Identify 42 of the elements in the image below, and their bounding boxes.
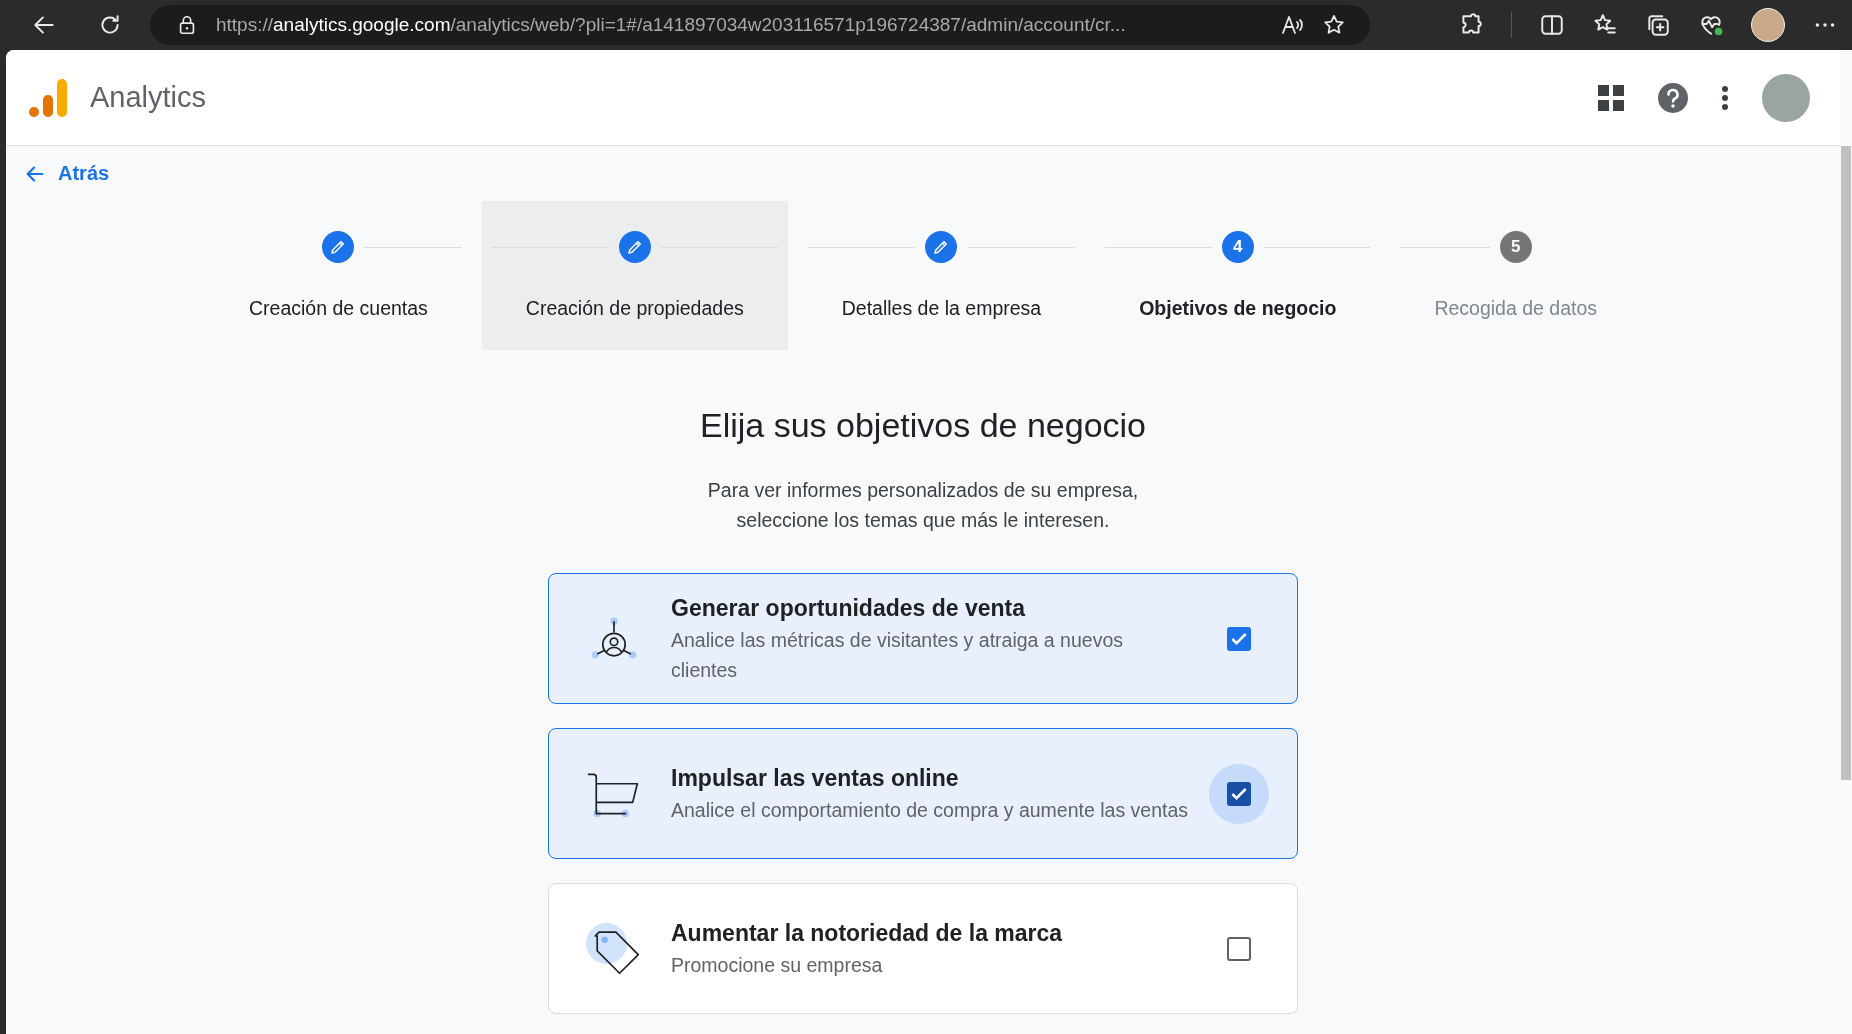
step-item[interactable]: 5 Recogida de datos	[1390, 201, 1641, 350]
step-label[interactable]: Objetivos de negocio	[1095, 297, 1381, 320]
goal-title: Generar oportunidades de venta	[671, 593, 1027, 623]
more-vert-icon[interactable]	[1722, 85, 1728, 110]
checkbox[interactable]	[1227, 626, 1251, 651]
read-aloud-icon[interactable]	[1280, 13, 1304, 37]
step-item[interactable]: Creación de cuentas	[204, 201, 472, 350]
url-text: https://analytics.google.com/analytics/web/?pli=1#/a141897034w203116571p196724387/admin/account/cr...	[216, 14, 1127, 36]
goal-description: Analice las métricas de visitantes y atraiga a nuevos clientes	[671, 627, 1124, 683]
split-screen-icon[interactable]	[1539, 12, 1565, 38]
goal-card[interactable]: Impulsar las ventas online Analice el comportamiento de compra y aumente las ventas	[548, 728, 1298, 859]
step-item[interactable]: 4 Objetivos de negocio	[1095, 201, 1381, 350]
step-item[interactable]: Creación de propiedades	[481, 201, 788, 350]
step-number: 5	[1499, 231, 1532, 263]
step-number: 4	[1221, 231, 1254, 263]
profile-avatar[interactable]	[1751, 8, 1785, 42]
price-tag-icon	[586, 920, 642, 977]
goal-card[interactable]: Aumentar la notoriedad de la marca Promocione su empresa	[548, 883, 1298, 1014]
apps-grid-icon[interactable]	[1598, 84, 1624, 111]
collections-icon[interactable]	[1645, 12, 1671, 38]
checkbox[interactable]	[1227, 781, 1251, 806]
goal-card[interactable]: Generar oportunidades de venta Analice las métricas de visitantes y atraiga a nuevos clientes	[548, 573, 1298, 704]
goal-description: Promocione su empresa	[671, 952, 884, 978]
step-label[interactable]: Detalles de la empresa	[797, 297, 1086, 320]
page-subtitle: Para ver informes personalizados de su empresa, seleccione los temas que más le interesen.	[706, 478, 1140, 533]
step-label[interactable]: Creación de propiedades	[481, 297, 788, 320]
goal-description: Analice el comportamiento de compra y aumente las ventas	[671, 797, 1189, 823]
product-name: Analytics	[90, 81, 207, 114]
help-icon[interactable]	[1658, 82, 1688, 113]
page-title: Elija sus objetivos de negocio	[698, 406, 1148, 445]
scrollbar-thumb[interactable]	[1841, 146, 1851, 780]
analytics-logo-icon[interactable]	[28, 76, 70, 119]
star-icon[interactable]	[1322, 13, 1346, 37]
address-bar[interactable]: https://analytics.google.com/analytics/web/?pli=1#/a141897034w203116571p196724387/admin/account/cr...	[150, 5, 1370, 45]
pencil-icon	[625, 238, 644, 256]
step-label[interactable]: Creación de cuentas	[204, 297, 472, 320]
checkbox[interactable]	[1227, 936, 1251, 961]
back-link[interactable]: Atrás	[20, 158, 114, 189]
step-label[interactable]: Recogida de datos	[1390, 297, 1641, 320]
step-item[interactable]: Detalles de la empresa	[797, 201, 1086, 350]
goal-title: Aumentar la notoriedad de la marca	[671, 918, 1064, 948]
goal-title: Impulsar las ventas online	[671, 763, 960, 793]
